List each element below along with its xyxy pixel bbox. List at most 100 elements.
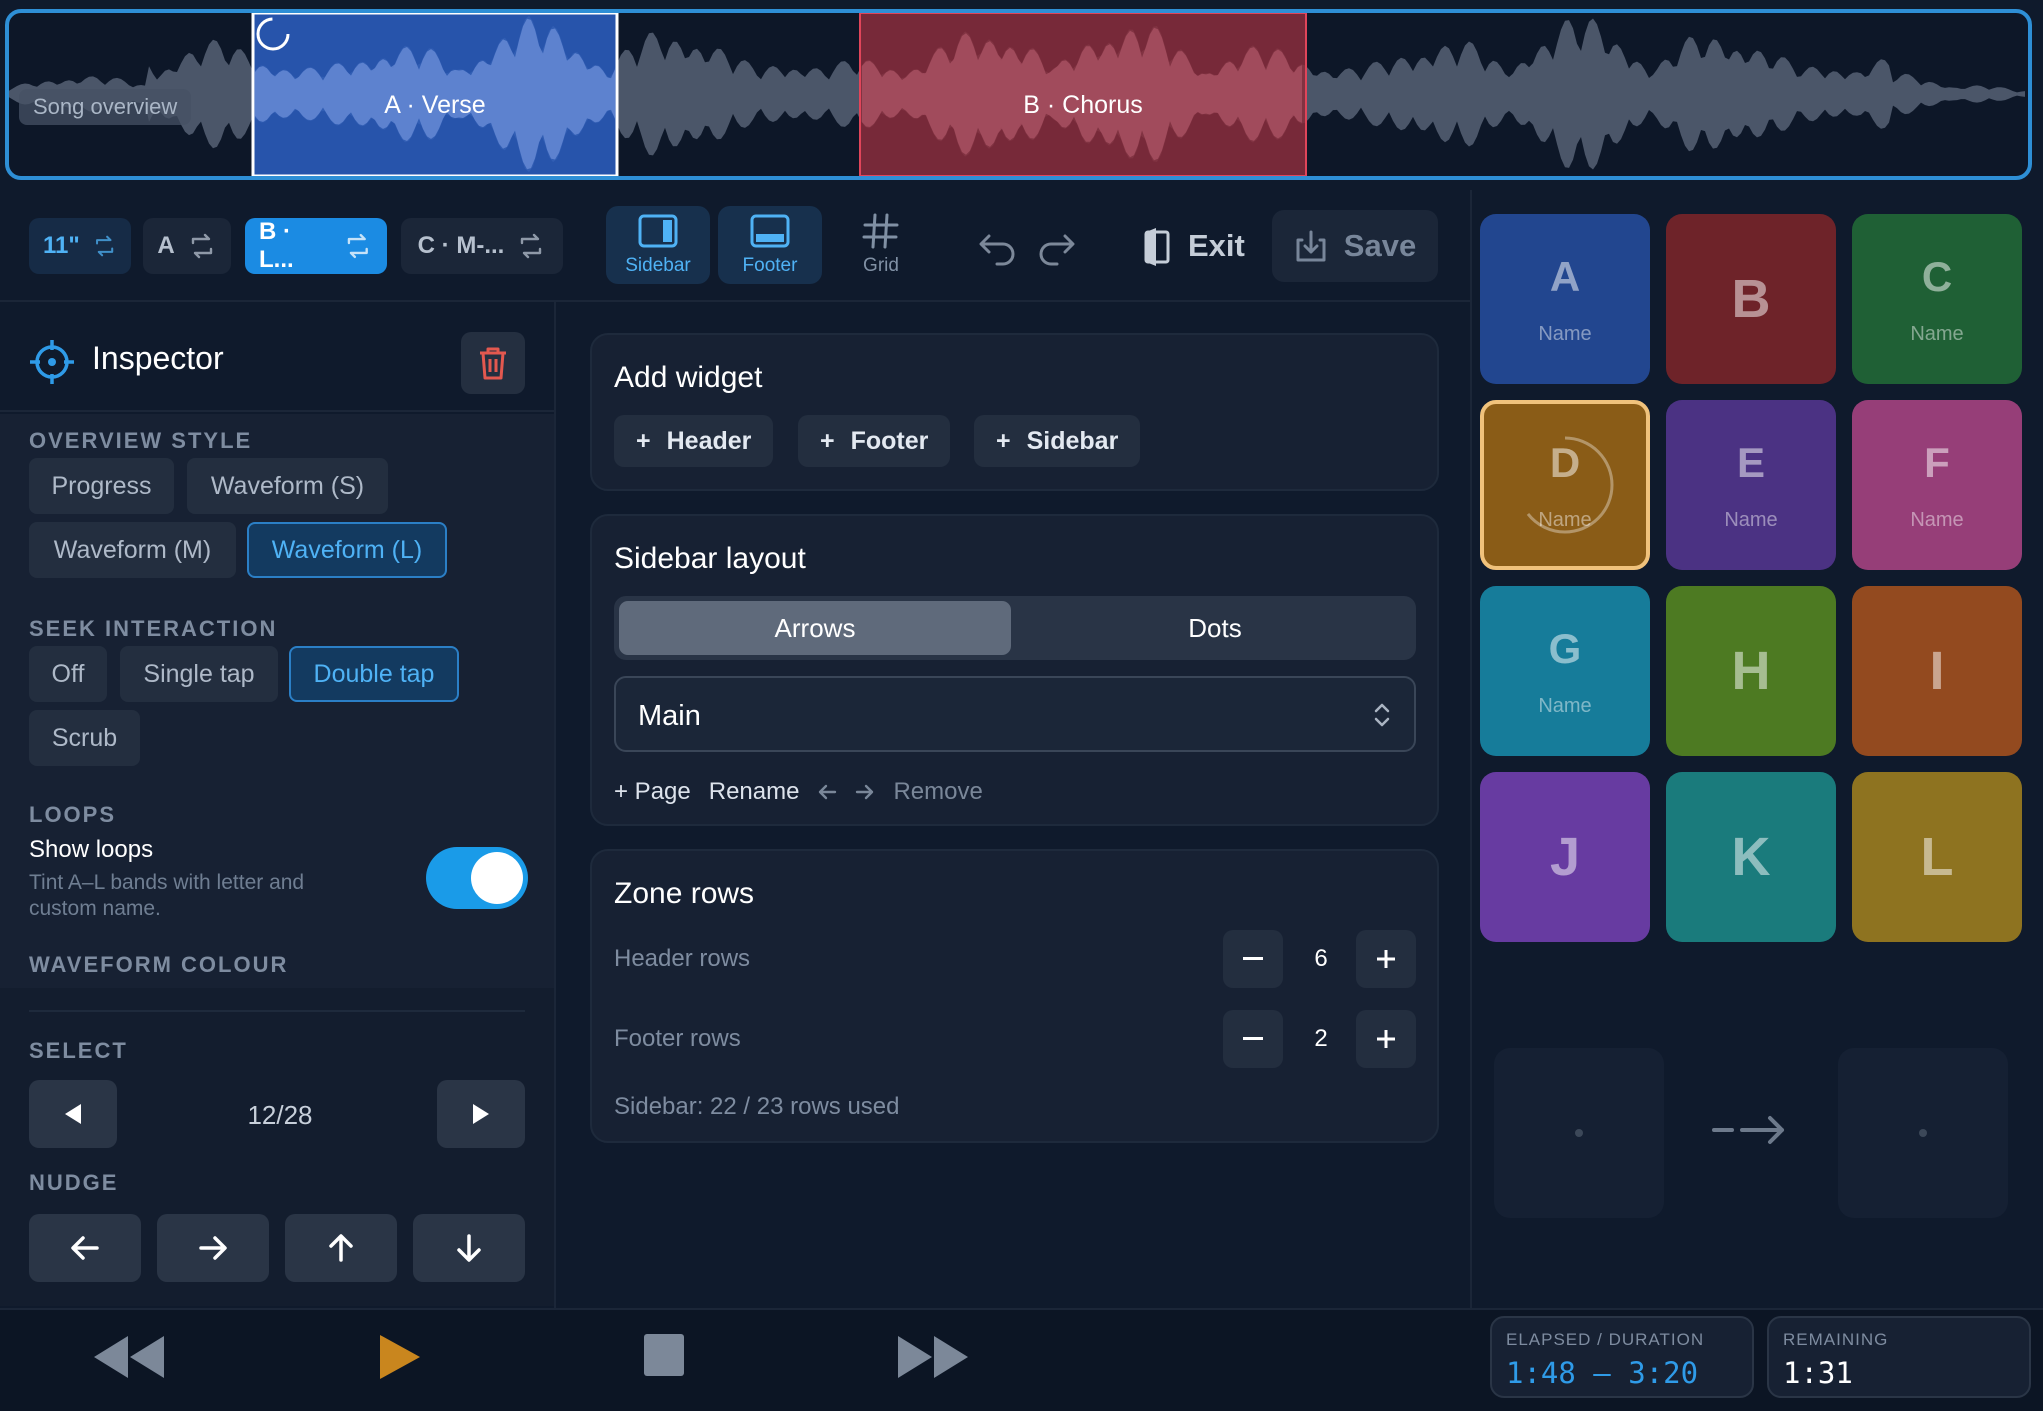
loops-label: LOOPS <box>29 802 117 827</box>
stop-icon[interactable] <box>642 1332 686 1378</box>
footer-rows-decrement[interactable] <box>1223 1010 1283 1068</box>
undo-icon[interactable] <box>973 226 1019 272</box>
save-button[interactable]: Save <box>1272 210 1438 282</box>
header-rows-label: Header rows <box>614 945 751 972</box>
add-widget-title: Add widget <box>614 361 763 394</box>
rename-page-button[interactable]: Rename <box>709 778 800 806</box>
triangle-right-icon <box>473 1104 489 1124</box>
rewind-icon[interactable] <box>90 1332 166 1382</box>
sidebar-layout-card: Sidebar layout Arrows Dots Main + Page R… <box>590 514 1439 826</box>
nudge-up-button[interactable] <box>285 1214 397 1282</box>
sidebar-prev-slot[interactable] <box>1494 1048 1664 1218</box>
remove-page-button[interactable]: Remove <box>893 778 982 806</box>
pad-b[interactable]: B <box>1666 214 1836 384</box>
page-select[interactable]: Main <box>614 676 1416 752</box>
sidebar-rows-usage: Sidebar: 22 / 23 rows used <box>614 1093 900 1120</box>
show-loops-toggle[interactable] <box>426 847 528 909</box>
toolbar: 11" A B · L... C · M-... Sidebar Footer … <box>0 190 1470 302</box>
redo-icon[interactable] <box>1037 226 1083 272</box>
pad-j[interactable]: J <box>1480 772 1650 942</box>
pad-l[interactable]: L <box>1852 772 2022 942</box>
pad-c[interactable]: C Name <box>1852 214 2022 384</box>
exit-button[interactable]: Exit <box>1140 216 1245 276</box>
loop-icon <box>348 233 369 259</box>
header-rows-decrement[interactable] <box>1223 930 1283 988</box>
pad-k[interactable]: K <box>1666 772 1836 942</box>
seek-off[interactable]: Off <box>29 646 107 702</box>
select-next-button[interactable] <box>437 1080 525 1148</box>
sidebar-layout-title: Sidebar layout <box>614 542 806 575</box>
arrow-down-icon <box>457 1234 481 1262</box>
pad-name: Name <box>1910 508 1964 531</box>
dashed-arrow-right-icon <box>1712 1116 1784 1144</box>
loop-label-b: B · Chorus <box>1023 91 1143 119</box>
add-widget-card: Add widget + Header + Footer + Sidebar <box>590 333 1439 491</box>
chip-loop-b[interactable]: B · L... <box>245 218 387 274</box>
chip-loop-c[interactable]: C · M-... <box>401 218 563 274</box>
grid-toggle-button[interactable]: Grid <box>829 206 933 284</box>
inspector-title: Inspector <box>92 340 224 376</box>
add-sidebar-button[interactable]: + Sidebar <box>974 415 1141 467</box>
sidebar-icon <box>638 214 678 248</box>
overview-style-progress[interactable]: Progress <box>29 458 174 514</box>
overview-style-waveform-m[interactable]: Waveform (M) <box>29 522 236 578</box>
nudge-left-button[interactable] <box>29 1214 141 1282</box>
chip-loop-a[interactable]: A <box>143 218 231 274</box>
sidebar-toggle-button[interactable]: Sidebar <box>606 206 710 284</box>
pad-letter: K <box>1731 827 1771 887</box>
move-page-left-icon[interactable] <box>817 783 837 801</box>
seek-double-tap[interactable]: Double tap <box>289 646 459 702</box>
arrow-up-icon <box>329 1234 353 1262</box>
footer-rows-label: Footer rows <box>614 1025 741 1052</box>
seek-single-tap[interactable]: Single tap <box>120 646 278 702</box>
pad-letter: B <box>1731 269 1771 329</box>
add-header-button[interactable]: + Header <box>614 415 774 467</box>
overview-style-waveform-l[interactable]: Waveform (L) <box>247 522 447 578</box>
pad-f[interactable]: F Name <box>1852 400 2022 570</box>
chip-size[interactable]: 11" <box>29 218 131 274</box>
add-sidebar-label: Sidebar <box>1026 426 1119 455</box>
pad-d[interactable]: D Name <box>1480 400 1650 570</box>
overview-style-waveform-s[interactable]: Waveform (S) <box>187 458 388 514</box>
pad-e[interactable]: E Name <box>1666 400 1836 570</box>
chip-size-label: 11" <box>43 232 80 259</box>
show-loops-title: Show loops <box>29 836 154 863</box>
pad-a[interactable]: A Name <box>1480 214 1650 384</box>
header-rows-increment[interactable] <box>1356 930 1416 988</box>
move-page-right-icon[interactable] <box>855 783 875 801</box>
fast-forward-icon[interactable] <box>896 1332 972 1382</box>
pad-name: Name <box>1724 508 1778 531</box>
footer-toggle-button[interactable]: Footer <box>718 206 822 284</box>
empty-dot <box>1575 1129 1583 1137</box>
overview-label: Song overview <box>19 89 192 125</box>
add-footer-label: Footer <box>850 426 929 455</box>
nudge-label: NUDGE <box>29 1170 119 1195</box>
add-footer-button[interactable]: + Footer <box>798 415 951 467</box>
waveform-colour-label: WAVEFORM COLOUR <box>29 952 289 977</box>
pad-h[interactable]: H <box>1666 586 1836 756</box>
pad-g[interactable]: G Name <box>1480 586 1650 756</box>
pad-letter: L <box>1920 827 1954 887</box>
play-icon[interactable] <box>378 1332 422 1382</box>
select-prev-button[interactable] <box>29 1080 117 1148</box>
footer-rows-increment[interactable] <box>1356 1010 1416 1068</box>
seek-scrub[interactable]: Scrub <box>29 710 140 766</box>
sidebar-next-slot[interactable] <box>1838 1048 2008 1218</box>
chevron-up-down-icon <box>1374 703 1390 727</box>
chip-loop-c-label: C · M-... <box>417 232 505 259</box>
pad-i[interactable]: I <box>1852 586 2022 756</box>
exit-door-icon <box>1144 228 1170 266</box>
minus-icon <box>1243 1037 1263 1040</box>
nudge-down-button[interactable] <box>413 1214 525 1282</box>
mode-arrows[interactable]: Arrows <box>619 601 1011 655</box>
remaining-value: 1:31 <box>1783 1356 1853 1390</box>
footer-toggle-label: Footer <box>742 255 798 276</box>
add-page-button[interactable]: + Page <box>614 778 691 806</box>
mode-dots[interactable]: Dots <box>1019 601 1411 655</box>
song-overview[interactable]: Song overview A · Verse B · Chorus <box>5 9 2032 180</box>
nudge-right-button[interactable] <box>157 1214 269 1282</box>
delete-button[interactable] <box>461 332 525 394</box>
select-nudge-area: SELECT 12/28 NUDGE <box>0 988 554 1306</box>
pad-letter: A <box>1549 252 1581 300</box>
triangle-left-icon <box>65 1104 81 1124</box>
